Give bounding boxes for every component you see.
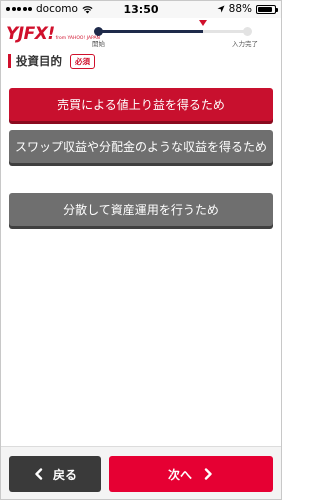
status-right: 88%: [217, 3, 278, 15]
location-arrow-icon: [217, 5, 225, 13]
progress-start-dot: [94, 27, 103, 36]
back-button[interactable]: 戻る: [9, 456, 101, 492]
progress-end-label: 入力完了: [232, 40, 258, 48]
logo[interactable]: YJFX! from YAHOO! JAPAN: [6, 24, 100, 44]
chevron-right-icon: [204, 468, 212, 480]
option-capital-gain[interactable]: 売買による値上り益を得るため: [9, 88, 273, 121]
progress-fill: [98, 30, 203, 33]
progress-end-dot: [243, 27, 252, 36]
logo-text: YJFX!: [6, 24, 55, 44]
progress-start-label: 開始: [92, 40, 105, 48]
option-swap-income[interactable]: スワップ収益や分配金のような収益を得るため: [9, 130, 273, 163]
required-badge: 必須: [70, 53, 95, 69]
bottom-navigation: 戻る 次へ: [0, 446, 282, 500]
option-label: 分散して資産運用を行うため: [63, 203, 219, 217]
battery-icon: [256, 4, 278, 14]
next-button[interactable]: 次へ: [109, 456, 273, 492]
progress-marker-icon: [199, 20, 207, 26]
window-frame: [0, 0, 282, 500]
next-button-label: 次へ: [167, 467, 192, 482]
chevron-left-icon: [35, 468, 43, 480]
section-header: 投資目的 必須: [8, 53, 95, 69]
back-button-label: 戻る: [52, 467, 77, 482]
option-label: スワップ収益や分配金のような収益を得るため: [14, 140, 267, 154]
header: YJFX! from YAHOO! JAPAN 開始 入力完了: [0, 18, 282, 50]
status-bar: docomo 13:50 88%: [0, 0, 282, 18]
battery-percent: 88%: [228, 3, 252, 15]
option-label: 売買による値上り益を得るため: [57, 98, 225, 112]
section-title: 投資目的: [16, 54, 62, 68]
option-diversified-investment[interactable]: 分散して資産運用を行うため: [9, 193, 273, 226]
section-accent-bar: [8, 54, 11, 68]
progress-indicator: 開始 入力完了: [92, 20, 258, 48]
